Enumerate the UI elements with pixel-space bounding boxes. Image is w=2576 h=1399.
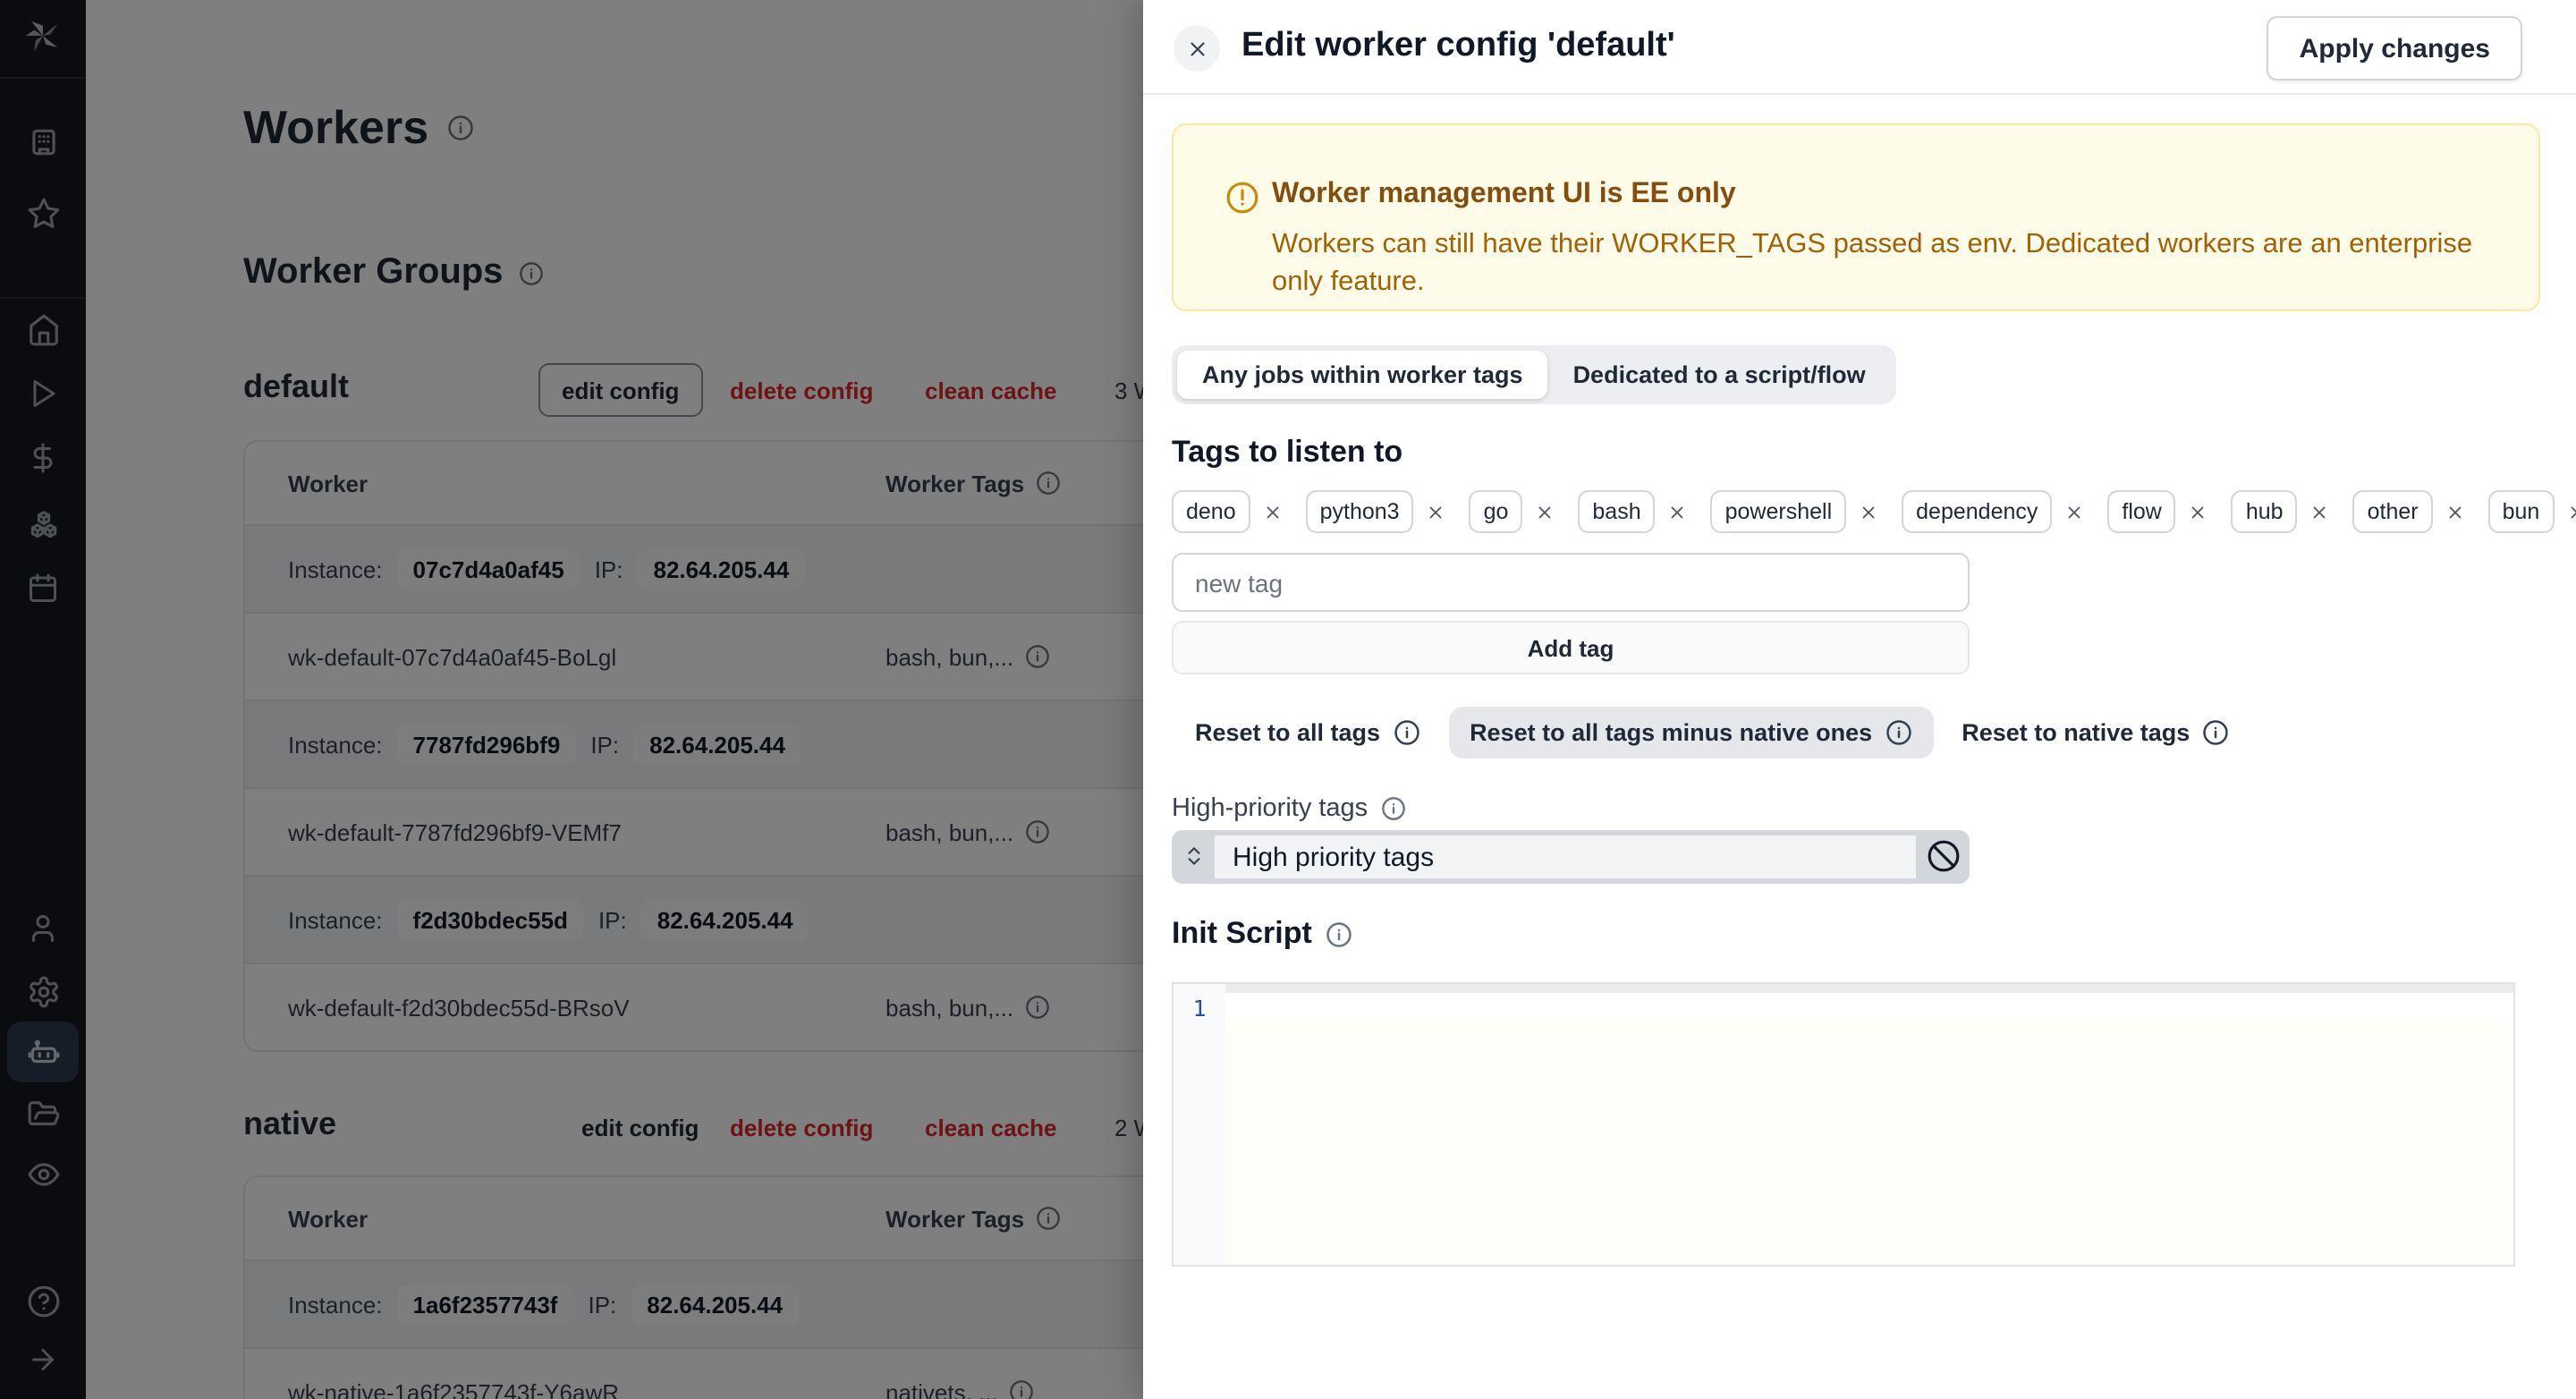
alert-title: Worker management UI is EE only (1272, 179, 1736, 209)
close-icon (1190, 41, 1204, 55)
tag-chip: bun (2487, 490, 2576, 533)
line-number: 1 (1192, 995, 1207, 1022)
reset-buttons-row: Reset to all tags Reset to all tags minu… (1195, 705, 2229, 760)
alert-icon (1225, 181, 1259, 215)
high-priority-label: High-priority tags (1172, 794, 1405, 823)
tag-chip: python3 (1305, 490, 1446, 533)
drawer-title: Edit worker config 'default' (1241, 27, 1675, 64)
high-priority-placeholder: High priority tags (1215, 835, 1916, 878)
alert-body: Workers can still have their WORKER_TAGS… (1272, 229, 2473, 297)
remove-tag-button[interactable] (2310, 502, 2330, 521)
apply-changes-button[interactable]: Apply changes (2267, 16, 2522, 81)
tag-chip: dependency (1902, 490, 2084, 533)
reset-all-tags-button[interactable]: Reset to all tags (1195, 719, 1419, 746)
drawer-header-divider (1143, 93, 2576, 95)
tab-dedicated[interactable]: Dedicated to a script/flow (1548, 351, 1891, 399)
editor-gutter: 1 (1174, 984, 1225, 1265)
info-icon (2202, 719, 2229, 746)
tag-chip: deno (1172, 490, 1283, 533)
add-tag-button[interactable]: Add tag (1172, 621, 1970, 674)
tag-chip: bash (1578, 490, 1687, 533)
reset-native-tags-button[interactable]: Reset to native tags (1962, 719, 2229, 746)
worker-mode-tabs: Any jobs within worker tags Dedicated to… (1172, 345, 1896, 404)
close-drawer-button[interactable] (1174, 25, 1220, 72)
info-icon[interactable] (1326, 920, 1353, 947)
remove-tag-button[interactable] (1263, 502, 1283, 521)
chevrons-up-down-icon (1182, 844, 1206, 868)
editor-current-line (1225, 993, 2513, 1023)
remove-tag-button[interactable] (1668, 502, 1688, 521)
tag-chip: go (1469, 490, 1555, 533)
tag-chip: powershell (1710, 490, 1879, 533)
remove-tag-button[interactable] (1859, 502, 1878, 521)
remove-tag-button[interactable] (2445, 502, 2465, 521)
remove-tag-button[interactable] (2189, 502, 2208, 521)
remove-tag-button[interactable] (2566, 502, 2576, 521)
remove-tag-button[interactable] (1535, 502, 1555, 521)
remove-tag-button[interactable] (2064, 502, 2084, 521)
disabled-icon (1927, 839, 1961, 873)
app-window: Workers Worker Groups default edit confi… (0, 0, 2576, 1399)
reset-minus-native-button[interactable]: Reset to all tags minus native ones (1448, 707, 1934, 759)
edit-worker-config-drawer: Edit worker config 'default' Apply chang… (1143, 0, 2576, 1399)
tag-chip: hub (2231, 490, 2330, 533)
init-script-editor[interactable]: 1 (1172, 982, 2515, 1267)
tags-heading: Tags to listen to (1172, 435, 1403, 469)
tag-chip: other (2352, 490, 2465, 533)
editor-code-area[interactable] (1225, 984, 2513, 1265)
info-icon (1393, 719, 1419, 746)
editor-top-strip (1225, 984, 2513, 993)
init-script-heading: Init Script (1172, 916, 1353, 952)
tag-chip: flow (2107, 490, 2207, 533)
tab-any-jobs[interactable]: Any jobs within worker tags (1177, 351, 1548, 399)
high-priority-multiselect[interactable]: High priority tags (1172, 830, 1970, 884)
info-icon[interactable] (1380, 796, 1405, 821)
remove-tag-button[interactable] (1427, 502, 1446, 521)
new-tag-input[interactable] (1172, 553, 1970, 612)
info-icon (1885, 719, 1911, 746)
ee-only-alert: Worker management UI is EE only Workers … (1172, 123, 2540, 311)
tag-chip-list: deno python3 go bash powershell dependen… (1172, 490, 2576, 533)
